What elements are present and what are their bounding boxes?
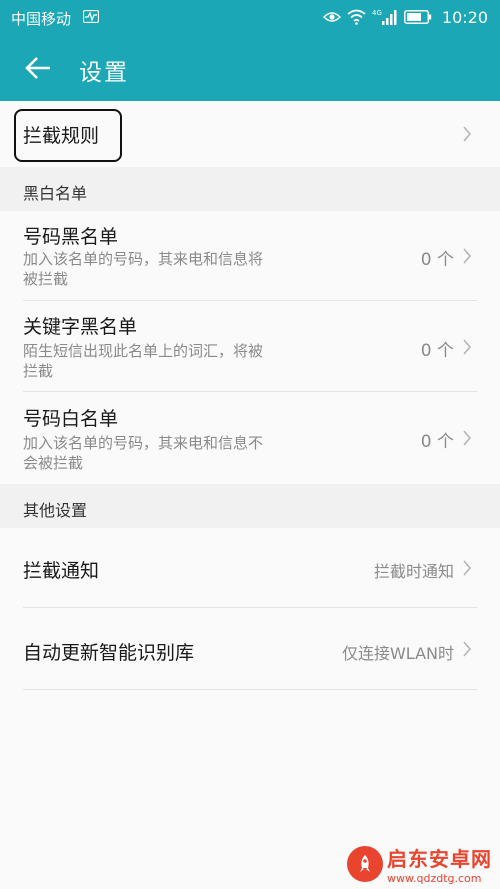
- chevron-right-icon: [463, 126, 472, 142]
- item-value: 仅连接WLAN时: [341, 644, 454, 663]
- chevron-right-icon: [463, 339, 472, 355]
- watermark-text: 启东安卓网 www.qdzdtg.com: [387, 843, 492, 885]
- watermark-url: www.qdzdtg.com: [387, 872, 482, 885]
- subtitle-line: 被拦截: [23, 270, 69, 288]
- item-value: 拦截时通知: [373, 562, 454, 581]
- list-item-auto-update-library[interactable]: 自动更新智能识别库 仅连接WLAN时: [0, 608, 500, 690]
- carrier-name: 中国移动: [11, 10, 72, 28]
- wifi-icon: [347, 9, 366, 25]
- chevron-right-icon: [463, 560, 472, 576]
- list-item-subtitle: 加入该名单的号码，其来电和信息不 会被拦截: [23, 433, 323, 473]
- list-item-title: 号码白名单: [23, 408, 119, 430]
- item-count: 0 个: [420, 432, 454, 452]
- list-item-intercept-notification[interactable]: 拦截通知 拦截时通知: [0, 528, 500, 608]
- status-bar: 中国移动 4G 10:20: [0, 0, 500, 34]
- activity-icon: [83, 10, 99, 23]
- list-item-title: 号码黑名单: [23, 226, 119, 248]
- page-title: 设置: [79, 60, 129, 86]
- list-item-keyword-blacklist[interactable]: 关键字黑名单 陌生短信出现此名单上的词汇，将被 拦截 0 个: [0, 301, 500, 392]
- section-title: 黑白名单: [23, 184, 88, 203]
- arrow-left-icon: [25, 57, 50, 79]
- list-item-title: 自动更新智能识别库: [23, 642, 195, 664]
- battery-icon: [403, 10, 432, 24]
- rocket-icon: [360, 855, 370, 872]
- clock: 10:20: [441, 7, 488, 27]
- section-header-blacklist: 黑白名单: [0, 167, 500, 211]
- back-button[interactable]: [18, 52, 58, 84]
- network-type-label: 4G: [372, 9, 382, 17]
- list-item-subtitle: 陌生短信出现此名单上的词汇，将被 拦截: [23, 341, 323, 381]
- app-bar: 设置: [0, 34, 500, 101]
- signal-icon: 4G: [372, 9, 397, 25]
- chevron-right-icon: [463, 430, 472, 446]
- item-count: 0 个: [420, 341, 454, 361]
- item-count: 0 个: [420, 250, 454, 270]
- subtitle-line: 陌生短信出现此名单上的词汇，将被: [23, 342, 264, 360]
- list-item-title: 关键字黑名单: [23, 316, 138, 338]
- highlight-box: [14, 109, 122, 162]
- subtitle-line: 加入该名单的号码，其来电和信息不: [23, 434, 264, 452]
- subtitle-line: 加入该名单的号码，其来电和信息将: [23, 250, 264, 268]
- watermark-logo-icon: [347, 846, 383, 882]
- divider: [23, 689, 477, 690]
- list-item-number-whitelist[interactable]: 号码白名单 加入该名单的号码，其来电和信息不 会被拦截 0 个: [0, 392, 500, 484]
- section-title: 其他设置: [23, 501, 88, 520]
- list-item-number-blacklist[interactable]: 号码黑名单 加入该名单的号码，其来电和信息将 被拦截 0 个: [0, 211, 500, 301]
- subtitle-line: 会被拦截: [23, 454, 84, 472]
- section-header-other: 其他设置: [0, 484, 500, 528]
- subtitle-line: 拦截: [23, 362, 54, 380]
- watermark: 启东安卓网 www.qdzdtg.com: [347, 843, 492, 885]
- watermark-name: 启东安卓网: [387, 847, 492, 871]
- list-item-subtitle: 加入该名单的号码，其来电和信息将 被拦截: [23, 249, 323, 289]
- list-item-title: 拦截通知: [23, 560, 100, 582]
- eye-icon: [322, 12, 341, 22]
- chevron-right-icon: [463, 641, 472, 657]
- chevron-right-icon: [463, 248, 472, 264]
- status-icons: 4G 10:20: [322, 7, 488, 27]
